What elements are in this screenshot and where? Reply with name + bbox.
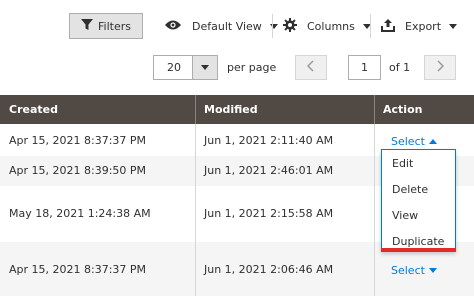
chevron-down-icon <box>449 23 458 29</box>
select-label: Select <box>391 135 425 148</box>
chevron-down-icon <box>201 65 209 70</box>
modified-cell: Jun 1, 2021 2:11:40 AM <box>204 134 334 147</box>
modified-cell: Jun 1, 2021 2:15:58 AM <box>204 207 334 220</box>
action-dropdown-menu: Edit Delete View Duplicate <box>381 149 456 252</box>
chevron-down-icon <box>269 23 278 29</box>
created-cell: Apr 15, 2021 8:37:37 PM <box>9 134 147 147</box>
created-cell: Apr 15, 2021 8:39:50 PM <box>9 164 147 177</box>
default-view-dropdown[interactable]: Default View <box>164 16 278 36</box>
column-header-modified[interactable]: Modified <box>195 95 258 124</box>
column-header-created[interactable]: Created <box>0 95 58 124</box>
chevron-right-icon <box>436 59 445 76</box>
export-dropdown[interactable]: Export <box>381 16 458 36</box>
eye-icon <box>164 19 182 34</box>
per-page-dropdown-button[interactable] <box>192 56 217 79</box>
column-header-action: Action <box>383 103 423 116</box>
menu-item-duplicate[interactable]: Duplicate <box>392 235 444 248</box>
chevron-left-icon <box>306 59 315 76</box>
menu-item-edit[interactable]: Edit <box>392 157 413 170</box>
chevron-up-icon <box>428 139 437 144</box>
per-page-label: per page <box>227 61 277 74</box>
toolbar-divider <box>272 14 273 38</box>
filters-label: Filters <box>98 19 131 33</box>
next-page-button[interactable] <box>424 55 456 80</box>
page-count-label: of 1 <box>389 61 411 74</box>
created-cell: Apr 15, 2021 8:37:37 PM <box>9 263 147 276</box>
default-view-label: Default View <box>192 19 262 33</box>
highlight-underline <box>381 248 456 251</box>
row-action-select[interactable]: Select <box>391 135 437 148</box>
page-number-input[interactable]: 1 <box>348 55 381 80</box>
columns-label: Columns <box>307 19 355 33</box>
column-divider <box>195 124 196 296</box>
toolbar-divider <box>370 14 371 38</box>
columns-dropdown[interactable]: Columns <box>283 16 371 36</box>
per-page-select[interactable]: 20 <box>153 55 218 80</box>
filters-button[interactable]: Filters <box>69 13 143 39</box>
modified-cell: Jun 1, 2021 2:46:01 AM <box>204 164 334 177</box>
column-divider <box>374 124 375 296</box>
funnel-icon <box>81 18 93 34</box>
gear-icon <box>283 17 297 35</box>
previous-page-button[interactable] <box>295 55 327 80</box>
per-page-value: 20 <box>167 61 181 74</box>
row-action-select[interactable]: Select <box>391 264 437 277</box>
created-cell: May 18, 2021 1:24:38 AM <box>9 207 151 220</box>
menu-item-view[interactable]: View <box>392 209 418 222</box>
export-label: Export <box>405 19 442 33</box>
modified-cell: Jun 1, 2021 2:06:46 AM <box>204 263 334 276</box>
chevron-down-icon <box>428 268 437 273</box>
export-icon <box>381 18 395 35</box>
menu-item-delete[interactable]: Delete <box>392 183 428 196</box>
select-label: Select <box>391 264 425 277</box>
